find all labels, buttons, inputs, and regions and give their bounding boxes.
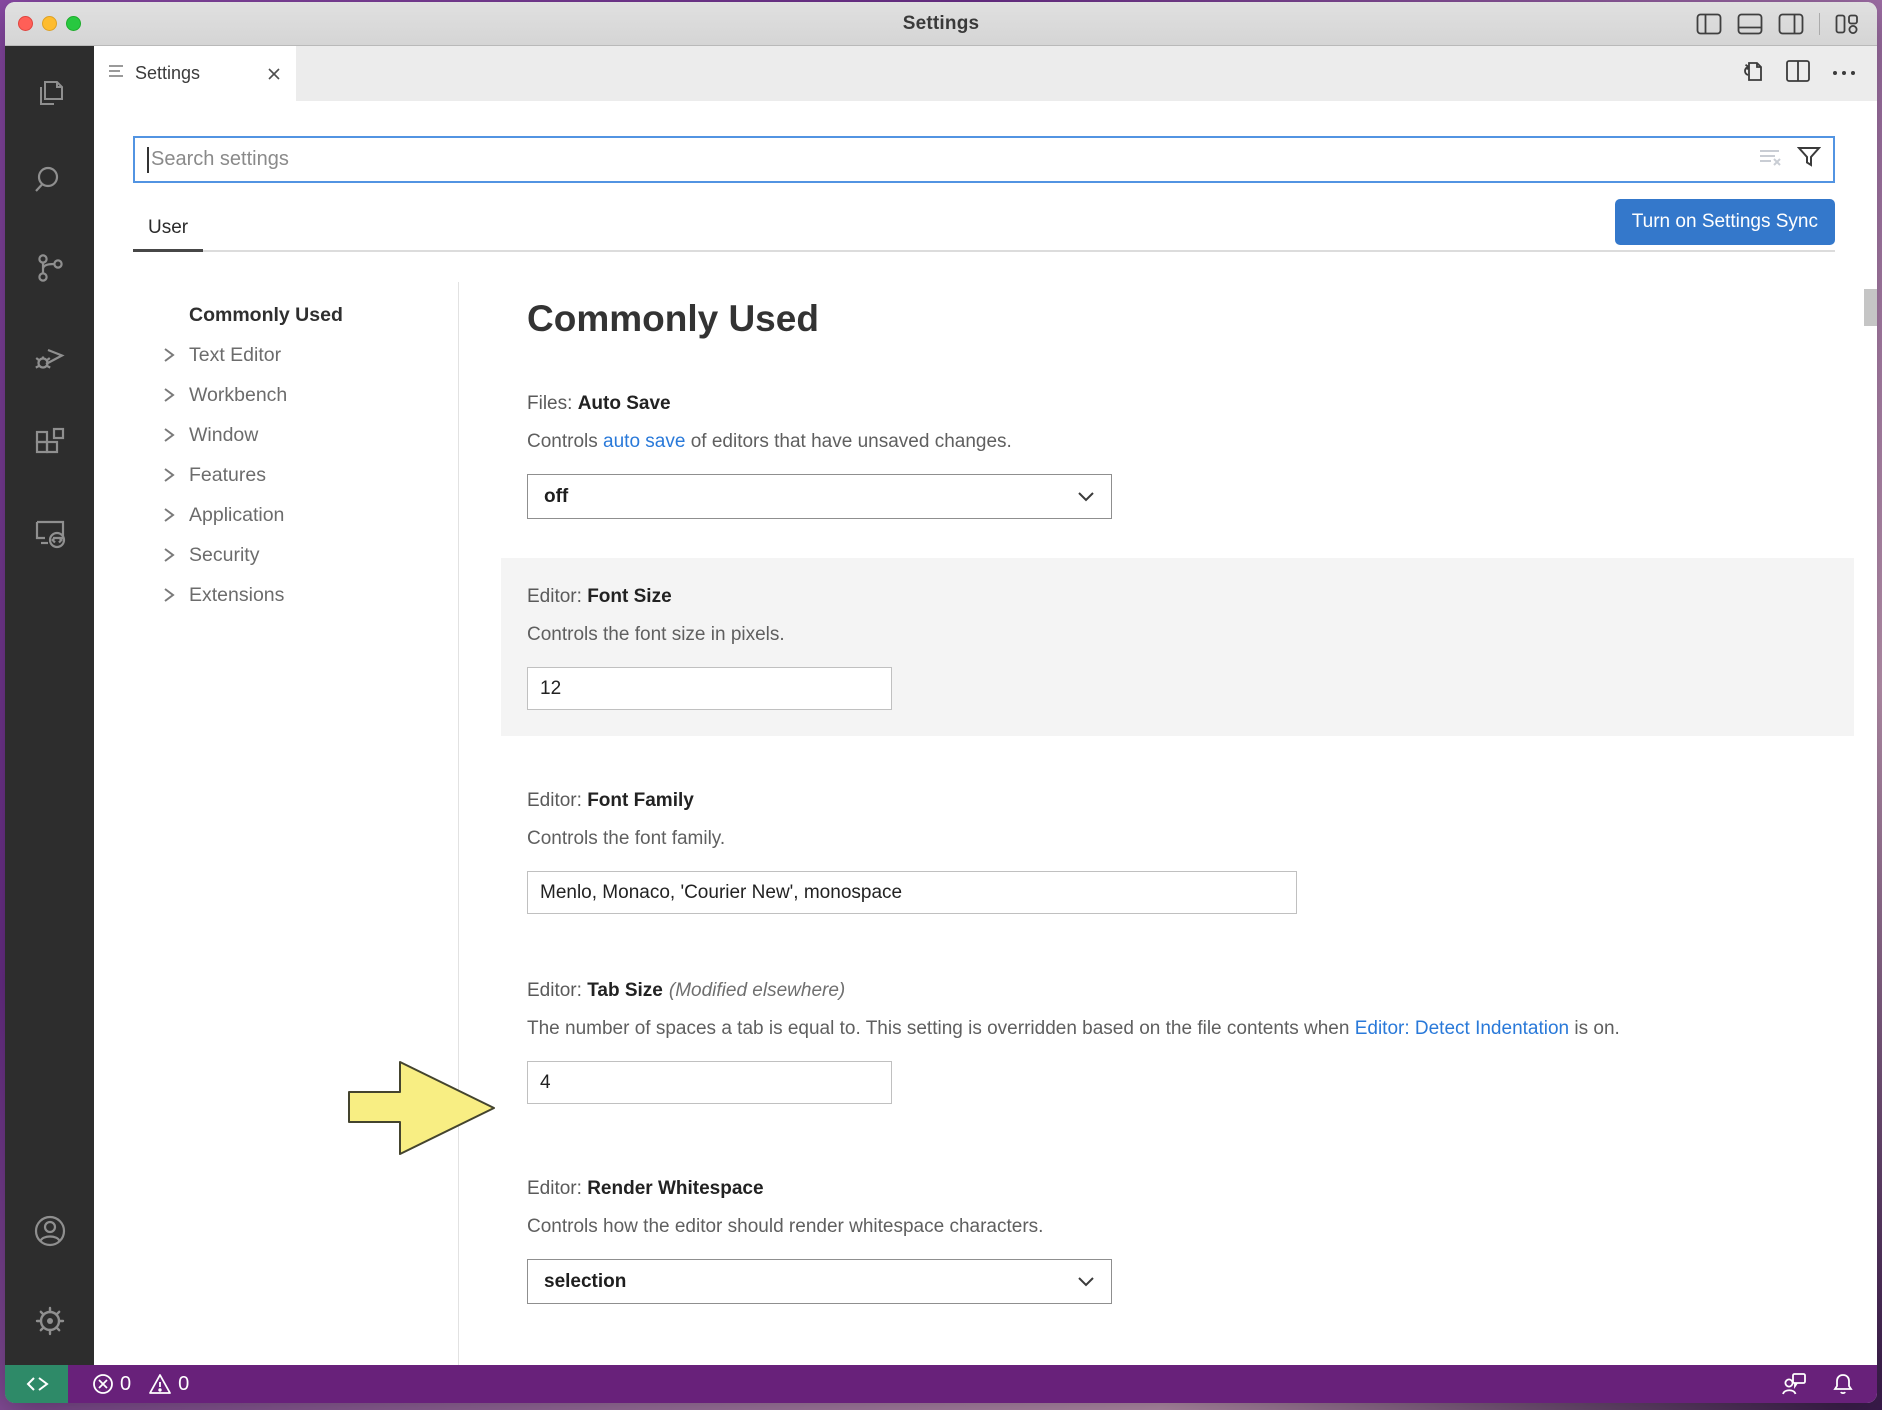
setting-editor-render-whitespace: Editor: Render Whitespace Controls how t… — [527, 1176, 1846, 1304]
warnings-status[interactable]: 0 — [148, 1373, 189, 1396]
chevron-right-icon — [163, 546, 189, 564]
more-actions-icon[interactable] — [1831, 65, 1857, 83]
toc-item-workbench[interactable]: Workbench — [133, 375, 458, 415]
toc-item-extensions[interactable]: Extensions — [133, 575, 458, 615]
turn-on-settings-sync-button[interactable]: Turn on Settings Sync — [1614, 199, 1835, 245]
setting-files-auto-save: Files: Auto Save Controls auto save of e… — [527, 391, 1846, 519]
error-count: 0 — [120, 1372, 132, 1395]
explorer-icon[interactable] — [26, 68, 74, 116]
chevron-down-icon — [1077, 486, 1095, 508]
clear-search-icon[interactable] — [1759, 147, 1785, 172]
settings-list: Commonly Used Files: Auto Save Controls … — [459, 252, 1877, 1365]
window-title: Settings — [902, 12, 980, 34]
chevron-right-icon — [163, 386, 189, 404]
errors-status[interactable]: 0 — [92, 1373, 131, 1396]
chevron-right-icon — [163, 346, 189, 364]
settings-toc: Commonly Used Text Editor Workbench Wind… — [133, 252, 458, 1365]
remote-icon — [26, 1377, 49, 1391]
setting-editor-font-size: Editor: Font Size Controls the font size… — [501, 558, 1854, 736]
warning-count: 0 — [178, 1372, 190, 1395]
toc-item-features[interactable]: Features — [133, 455, 458, 495]
tab-label: Settings — [135, 63, 201, 83]
font-size-input[interactable] — [527, 667, 892, 710]
tab-user-settings[interactable]: User — [133, 217, 204, 252]
tab-size-input[interactable] — [527, 1061, 892, 1104]
settings-gear-icon[interactable] — [26, 1297, 74, 1345]
chevron-down-icon — [1077, 1271, 1095, 1293]
font-family-input[interactable] — [527, 871, 1297, 914]
desktop: { "window": { "title": "Settings" }, "ta… — [0, 0, 1882, 1410]
scrollbar-thumb[interactable] — [1864, 289, 1877, 326]
vscode-window: Settings Settings Search settings User T… — [5, 2, 1877, 1403]
modified-elsewhere-badge: (Modified elsewhere) — [668, 980, 846, 1001]
setting-editor-tab-size: Editor: Tab Size (Modified elsewhere) The… — [527, 978, 1846, 1104]
toc-item-text-editor[interactable]: Text Editor — [133, 335, 458, 375]
toggle-secondary-sidebar-icon[interactable] — [1778, 13, 1804, 35]
status-bar: 0 0 — [5, 1365, 1877, 1403]
toc-item-window[interactable]: Window — [133, 415, 458, 455]
search-input[interactable]: Search settings — [149, 148, 1759, 171]
titlebar: Settings — [5, 2, 1877, 46]
settings-editor-icon — [108, 63, 126, 84]
chevron-right-icon — [163, 506, 189, 524]
extensions-icon[interactable] — [26, 420, 74, 468]
auto-save-select[interactable]: off — [527, 474, 1112, 519]
setting-editor-font-family: Editor: Font Family Controls the font fa… — [527, 788, 1846, 914]
titlebar-separator — [1819, 12, 1820, 35]
split-editor-icon[interactable] — [1785, 59, 1811, 88]
settings-content-row: Commonly Used Text Editor Workbench Wind… — [94, 252, 1877, 1365]
remote-explorer-icon[interactable] — [26, 508, 74, 556]
tab-bar: Settings — [94, 46, 1877, 101]
chevron-right-icon — [163, 466, 189, 484]
toc-item-commonly-used[interactable]: Commonly Used — [133, 295, 458, 335]
detect-indentation-link[interactable]: Editor: Detect Indentation — [1355, 1018, 1569, 1039]
notifications-bell-icon[interactable] — [1831, 1372, 1855, 1396]
filter-settings-icon[interactable] — [1796, 145, 1822, 174]
toc-item-application[interactable]: Application — [133, 495, 458, 535]
section-heading: Commonly Used — [527, 298, 819, 339]
accounts-icon[interactable] — [26, 1207, 74, 1255]
error-icon — [93, 1374, 113, 1394]
tab-settings[interactable]: Settings — [94, 46, 296, 101]
search-icon[interactable] — [26, 156, 74, 204]
chevron-right-icon — [163, 586, 189, 604]
settings-search-box[interactable]: Search settings — [133, 136, 1835, 183]
render-whitespace-select[interactable]: selection — [527, 1259, 1112, 1304]
customize-layout-icon[interactable] — [1835, 13, 1859, 35]
settings-editor: Search settings User Turn on Settings Sy… — [94, 101, 1877, 1365]
warning-icon — [149, 1374, 172, 1394]
toc-item-security[interactable]: Security — [133, 535, 458, 575]
toggle-panel-icon[interactable] — [1737, 13, 1763, 35]
run-debug-icon[interactable] — [26, 332, 74, 380]
chevron-right-icon — [163, 426, 189, 444]
close-tab-icon[interactable] — [266, 66, 282, 82]
auto-save-link[interactable]: auto save — [603, 431, 685, 452]
settings-scope-row: User Turn on Settings Sync — [133, 183, 1835, 252]
feedback-icon[interactable] — [1781, 1372, 1807, 1396]
open-settings-json-icon[interactable] — [1739, 58, 1765, 89]
editor-group: Settings Search settings User Turn on Se… — [94, 46, 1877, 1365]
activity-bar — [5, 46, 94, 1365]
source-control-icon[interactable] — [26, 244, 74, 292]
remote-indicator[interactable] — [5, 1365, 68, 1403]
main-area: Settings Search settings User Turn on Se… — [5, 46, 1877, 1365]
toggle-primary-sidebar-icon[interactable] — [1696, 13, 1722, 35]
